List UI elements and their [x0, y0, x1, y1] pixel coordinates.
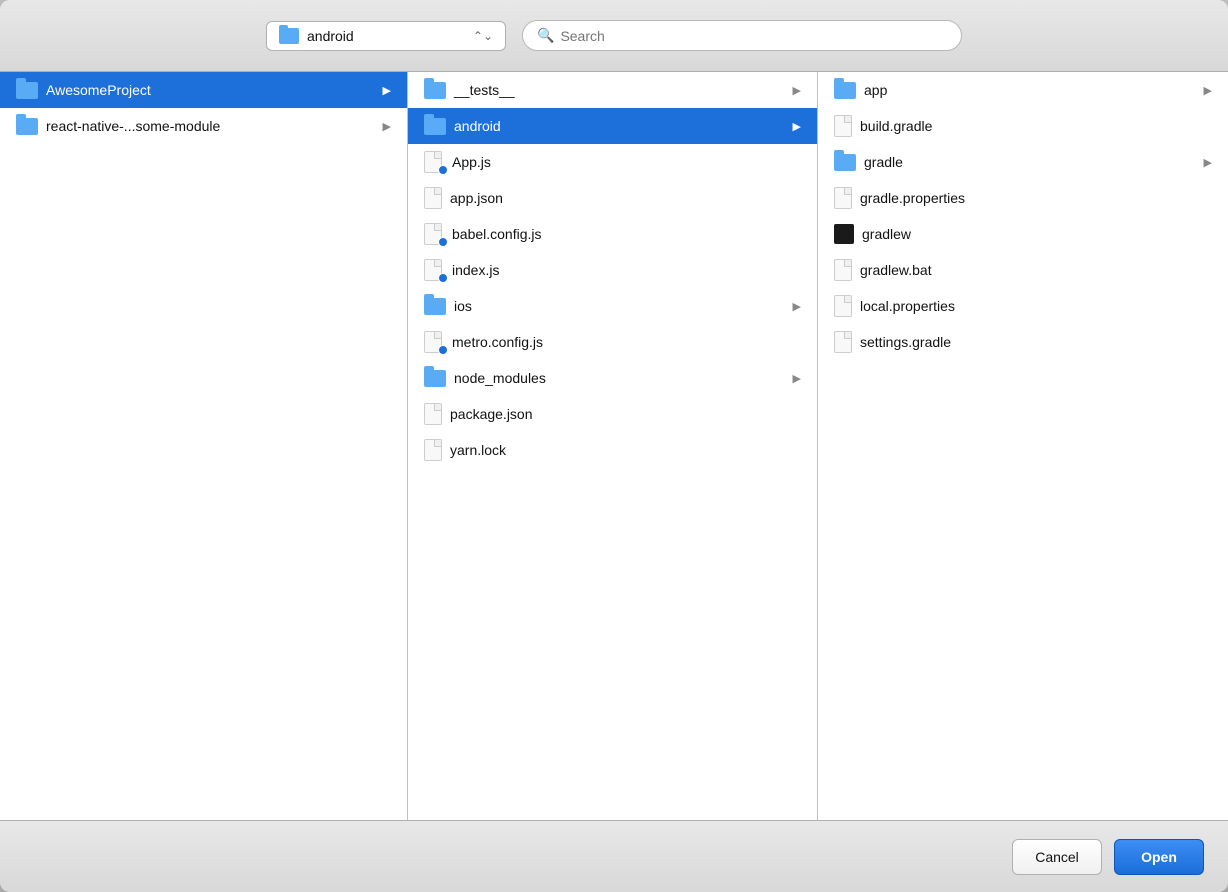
js-file-icon: [424, 223, 444, 245]
file-name: gradlew.bat: [860, 262, 1212, 278]
column-right: app ▶ build.gradle gradle ▶ gradle.properties…: [818, 72, 1228, 820]
file-name: app.json: [450, 190, 801, 206]
list-item[interactable]: gradlew: [818, 216, 1228, 252]
folder-icon: [424, 82, 446, 99]
folder-icon: [424, 118, 446, 135]
file-icon: [424, 187, 442, 209]
list-item[interactable]: node_modules ▶: [408, 360, 817, 396]
list-item[interactable]: android ▶: [408, 108, 817, 144]
file-name: __tests__: [454, 82, 785, 98]
file-name: local.properties: [860, 298, 1212, 314]
list-item[interactable]: gradle ▶: [818, 144, 1228, 180]
folder-icon: [834, 82, 856, 99]
chevron-right-icon: ▶: [383, 84, 391, 97]
list-item[interactable]: app.json: [408, 180, 817, 216]
search-icon: 🔍: [537, 27, 554, 44]
file-name: android: [454, 118, 785, 134]
list-item[interactable]: local.properties: [818, 288, 1228, 324]
file-name: react-native-...some-module: [46, 118, 375, 134]
folder-icon: [16, 82, 38, 99]
chevron-right-icon: ▶: [383, 120, 391, 133]
search-box[interactable]: 🔍: [522, 20, 962, 51]
list-item[interactable]: react-native-...some-module ▶: [0, 108, 407, 144]
bottom-bar: Cancel Open: [0, 820, 1228, 892]
file-name: index.js: [452, 262, 801, 278]
file-name: gradle: [864, 154, 1196, 170]
list-item[interactable]: metro.config.js: [408, 324, 817, 360]
file-name: app: [864, 82, 1196, 98]
folder-icon: [424, 370, 446, 387]
file-name: App.js: [452, 154, 801, 170]
file-icon: [424, 403, 442, 425]
chevron-right-icon: ▶: [793, 120, 801, 133]
column-left: AwesomeProject▶react-native-...some-modu…: [0, 72, 408, 820]
location-name: android: [307, 28, 465, 44]
file-name: AwesomeProject: [46, 82, 375, 98]
list-item[interactable]: __tests__ ▶: [408, 72, 817, 108]
list-item[interactable]: app ▶: [818, 72, 1228, 108]
folder-icon: [16, 118, 38, 135]
list-item[interactable]: build.gradle: [818, 108, 1228, 144]
file-name: babel.config.js: [452, 226, 801, 242]
list-item[interactable]: AwesomeProject ▶: [0, 72, 407, 108]
file-name: gradle.properties: [860, 190, 1212, 206]
list-item[interactable]: ios ▶: [408, 288, 817, 324]
list-item[interactable]: gradle.properties: [818, 180, 1228, 216]
chevron-right-icon: ▶: [793, 84, 801, 97]
file-name: yarn.lock: [450, 442, 801, 458]
file-name: gradlew: [862, 226, 1212, 242]
toolbar: android ⌃⌄ 🔍: [0, 0, 1228, 72]
column-mid: __tests__ ▶ android ▶ App.js app.json babel.co…: [408, 72, 818, 820]
open-button[interactable]: Open: [1114, 839, 1204, 875]
file-icon: [834, 259, 852, 281]
list-item[interactable]: settings.gradle: [818, 324, 1228, 360]
file-name: build.gradle: [860, 118, 1212, 134]
list-item[interactable]: gradlew.bat: [818, 252, 1228, 288]
file-icon: [834, 187, 852, 209]
file-name: settings.gradle: [860, 334, 1212, 350]
list-item[interactable]: App.js: [408, 144, 817, 180]
chevron-right-icon: ▶: [1204, 84, 1212, 97]
file-name: node_modules: [454, 370, 785, 386]
file-icon: [834, 295, 852, 317]
list-item[interactable]: package.json: [408, 396, 817, 432]
folder-icon: [279, 28, 299, 44]
folder-icon: [424, 298, 446, 315]
file-icon: [424, 439, 442, 461]
js-file-icon: [424, 331, 444, 353]
list-item[interactable]: yarn.lock: [408, 432, 817, 468]
folder-icon: [834, 154, 856, 171]
gradlew-icon: [834, 224, 854, 244]
chevron-right-icon: ▶: [793, 372, 801, 385]
file-open-dialog: android ⌃⌄ 🔍 AwesomeProject▶react-native…: [0, 0, 1228, 892]
file-name: ios: [454, 298, 785, 314]
cancel-button[interactable]: Cancel: [1012, 839, 1102, 875]
js-file-icon: [424, 259, 444, 281]
content-area: AwesomeProject▶react-native-...some-modu…: [0, 72, 1228, 820]
file-name: package.json: [450, 406, 801, 422]
file-icon: [834, 115, 852, 137]
file-icon: [834, 331, 852, 353]
chevron-right-icon: ▶: [793, 300, 801, 313]
list-item[interactable]: index.js: [408, 252, 817, 288]
list-item[interactable]: babel.config.js: [408, 216, 817, 252]
chevron-right-icon: ▶: [1204, 156, 1212, 169]
search-input[interactable]: [560, 28, 947, 44]
stepper-icon: ⌃⌄: [473, 29, 493, 43]
file-name: metro.config.js: [452, 334, 801, 350]
location-dropdown[interactable]: android ⌃⌄: [266, 21, 506, 51]
js-file-icon: [424, 151, 444, 173]
